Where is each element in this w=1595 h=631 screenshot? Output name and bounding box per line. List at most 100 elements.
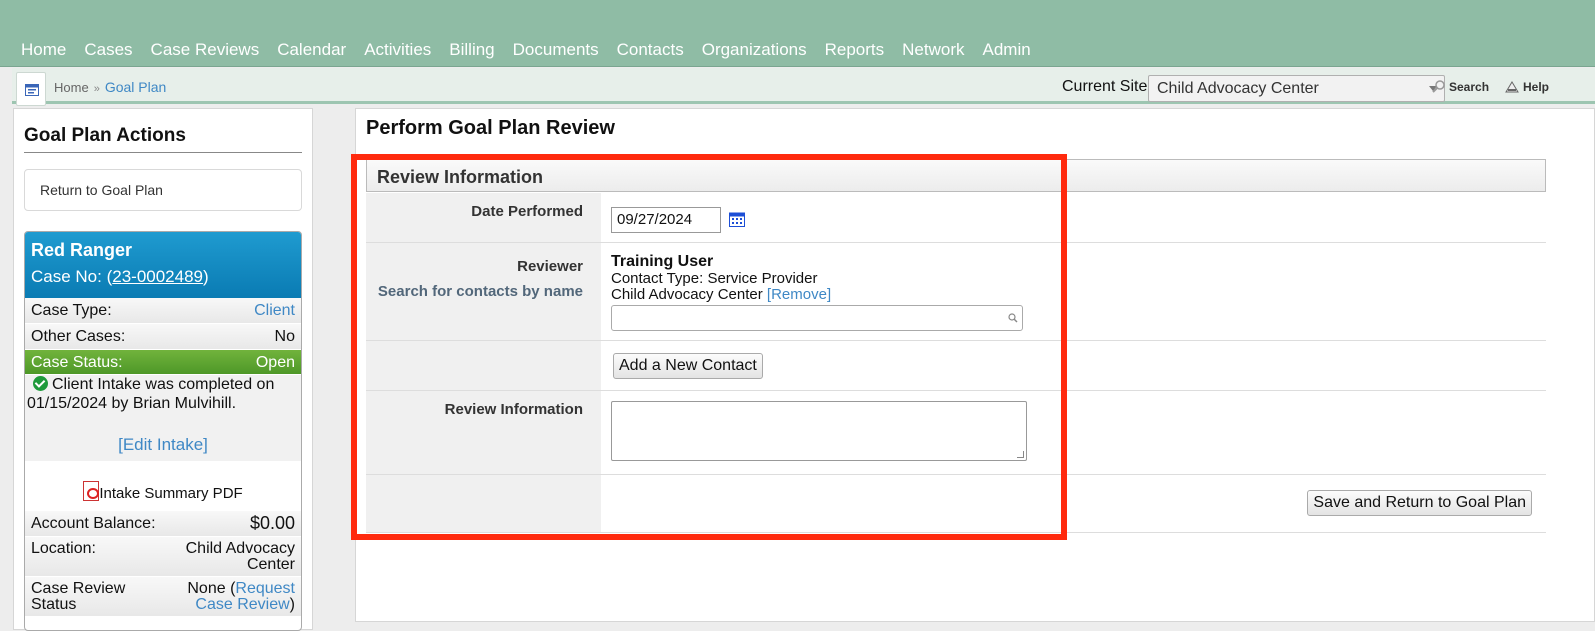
contact-search-input[interactable]: [611, 305, 1023, 331]
breadcrumb-home[interactable]: Home: [54, 80, 89, 95]
account-balance-label: Account Balance:: [31, 515, 156, 532]
breadcrumb-goal-plan[interactable]: Goal Plan: [105, 79, 166, 95]
date-performed-input[interactable]: 09/27/2024: [611, 207, 721, 233]
case-type-label: Case Type:: [31, 302, 112, 319]
actions-field: Save and Return to Goal Plan: [1307, 490, 1532, 516]
client-name: Red Ranger: [31, 240, 133, 260]
nav-reports[interactable]: Reports: [825, 40, 885, 60]
current-site-label: Current Site: [1062, 78, 1148, 95]
search-link[interactable]: Search: [1432, 80, 1489, 94]
location-value: Child Advocacy Center: [186, 541, 295, 573]
intake-status: Client Intake was completed on 01/15/202…: [25, 375, 301, 461]
nav-activities[interactable]: Activities: [364, 40, 431, 60]
review-information-label: Review Information: [366, 391, 601, 474]
case-status-row: Case Status: Open: [25, 350, 301, 375]
case-number: Case No: (23-0002489): [31, 267, 295, 287]
date-performed-label: Date Performed: [366, 193, 601, 242]
main-menu: Home Cases Case Reviews Calendar Activit…: [21, 40, 1049, 60]
location-label: Location:: [31, 540, 96, 557]
add-new-contact-button[interactable]: Add a New Contact: [613, 353, 763, 379]
page-title: Perform Goal Plan Review: [366, 117, 615, 139]
request-link-line2[interactable]: Case Review: [195, 596, 289, 613]
reviewer-search-hint: Search for contacts by name: [377, 283, 583, 300]
help-icon: [1505, 81, 1519, 93]
reviewer-org-line: Child Advocacy Center [Remove]: [611, 287, 831, 303]
other-cases-row: Other Cases: No: [25, 324, 301, 350]
remove-reviewer-link[interactable]: [Remove]: [767, 286, 831, 303]
reviewer-name: Training User: [611, 253, 714, 270]
reviewer-org: Child Advocacy Center: [611, 286, 763, 303]
breadcrumb: Home » Goal Plan: [54, 79, 166, 95]
edit-intake-link[interactable]: [Edit Intake]: [25, 435, 301, 454]
add-contact-label-cell: [366, 341, 601, 390]
help-link-label: Help: [1523, 80, 1550, 94]
section-header: Review Information: [366, 159, 1546, 192]
pdf-label: Intake Summary PDF: [99, 485, 243, 502]
add-contact-field: Add a New Contact: [613, 353, 763, 379]
nav-home[interactable]: Home: [21, 40, 66, 60]
breadcrumb-bar: Home » Goal Plan Current Site Child Advoca…: [12, 68, 1595, 106]
account-balance-row: Account Balance: $0.00: [25, 511, 301, 537]
case-type-row: Case Type: Client: [25, 298, 301, 324]
current-site-value: Child Advocacy Center: [1157, 80, 1319, 97]
add-contact-row: Add a New Contact: [366, 341, 1546, 391]
nav-cases[interactable]: Cases: [84, 40, 132, 60]
current-site-select[interactable]: Child Advocacy Center: [1148, 75, 1445, 102]
reviewer-contact-type: Contact Type: Service Provider: [611, 270, 818, 287]
calendar-icon[interactable]: [729, 211, 745, 227]
case-review-status-label-line2: Status: [31, 596, 77, 613]
reviewer-label-cell: Reviewer Search for contacts by name: [366, 243, 601, 340]
nav-network[interactable]: Network: [902, 40, 964, 60]
sidebar-title: Goal Plan Actions: [24, 125, 186, 146]
other-cases-label: Other Cases:: [31, 328, 126, 345]
top-navigation-bar: Home Cases Case Reviews Calendar Activit…: [0, 0, 1595, 67]
case-number-link[interactable]: 23-0002489: [112, 267, 203, 286]
intake-summary-pdf-link[interactable]: Intake Summary PDF: [25, 461, 301, 511]
nav-organizations[interactable]: Organizations: [702, 40, 807, 60]
case-review-status-value: None (Request Case Review): [187, 581, 295, 613]
case-status-value: Open: [255, 354, 295, 371]
actions-label-cell: [366, 475, 601, 532]
search-icon: [1008, 313, 1018, 323]
divider: [24, 152, 302, 153]
nav-documents[interactable]: Documents: [513, 40, 599, 60]
reviewer-row: Reviewer Search for contacts by name Tra…: [366, 243, 1546, 341]
case-number-suffix: ): [203, 267, 209, 286]
case-review-status-label: Case Review Status: [31, 580, 125, 613]
nav-case-reviews[interactable]: Case Reviews: [151, 40, 260, 60]
search-icon: [1432, 80, 1445, 93]
case-type-value[interactable]: Client: [254, 302, 295, 320]
case-review-status-row: Case Review Status None (Request Case Revi…: [25, 577, 301, 617]
return-to-goal-plan-link[interactable]: Return to Goal Plan: [24, 169, 302, 211]
location-value-line1: Child Advocacy: [185, 540, 295, 557]
pdf-icon: [83, 481, 100, 501]
date-performed-row: Date Performed 09/27/2024: [366, 193, 1546, 243]
nav-admin[interactable]: Admin: [983, 40, 1031, 60]
case-status-label: Case Status:: [31, 354, 123, 371]
account-balance-value: $0.00: [249, 513, 295, 533]
request-link-line1[interactable]: Request: [235, 580, 295, 597]
review-information-textarea[interactable]: [611, 401, 1027, 461]
check-circle-icon: [33, 376, 48, 391]
page-menu-icon[interactable]: [16, 72, 46, 106]
case-review-none: None (: [187, 580, 236, 597]
nav-calendar[interactable]: Calendar: [277, 40, 346, 60]
nav-billing[interactable]: Billing: [449, 40, 494, 60]
help-link[interactable]: Help: [1505, 80, 1549, 94]
intake-text: Client Intake was completed on 01/15/202…: [27, 376, 275, 412]
other-cases-value: No: [274, 328, 295, 345]
case-header: Red Ranger Case No: (23-0002489): [25, 232, 301, 298]
sidebar: Goal Plan Actions Return to Goal Plan Re…: [13, 108, 313, 631]
reviewer-label: Reviewer: [517, 258, 583, 275]
case-review-suffix: ): [289, 596, 295, 613]
save-and-return-button[interactable]: Save and Return to Goal Plan: [1307, 490, 1532, 516]
search-link-label: Search: [1449, 80, 1490, 94]
location-row: Location: Child Advocacy Center: [25, 537, 301, 577]
nav-contacts[interactable]: Contacts: [617, 40, 684, 60]
actions-row: Save and Return to Goal Plan: [366, 475, 1546, 533]
location-value-line2: Center: [246, 556, 295, 573]
case-summary-card: Red Ranger Case No: (23-0002489) Case Ty…: [24, 231, 302, 631]
case-review-status-label-line1: Case Review: [31, 580, 126, 597]
case-number-prefix: Case No: (: [31, 267, 113, 286]
breadcrumb-separator: »: [93, 83, 100, 95]
